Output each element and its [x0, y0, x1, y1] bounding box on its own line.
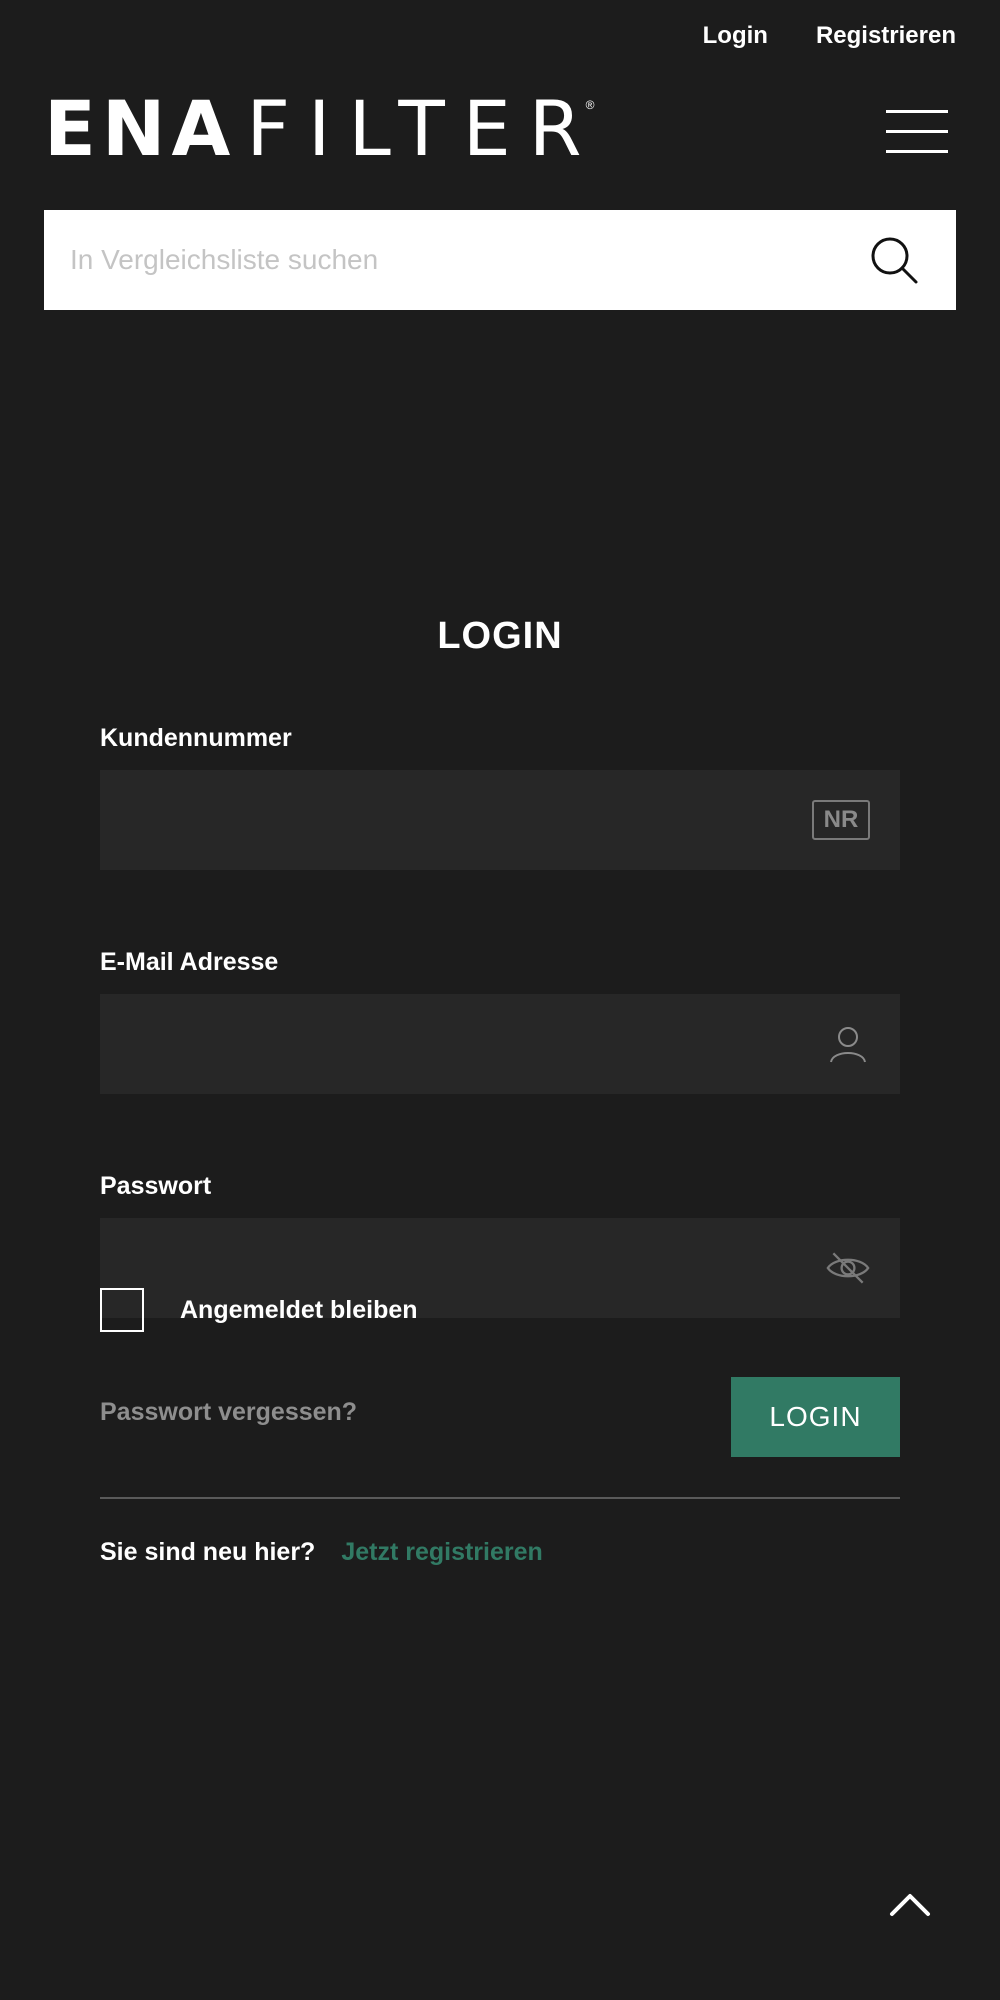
remember-me-label: Angemeldet bleiben — [180, 1295, 418, 1324]
customer-number-input[interactable] — [100, 770, 900, 870]
chevron-up-icon[interactable] — [886, 1886, 934, 1922]
register-link[interactable]: Registrieren — [816, 22, 956, 50]
login-button[interactable]: LOGIN — [731, 1377, 900, 1457]
logo-text-light: FILTER — [246, 84, 600, 173]
email-input[interactable] — [100, 994, 900, 1094]
eye-slash-icon[interactable] — [826, 1248, 870, 1288]
page-title: LOGIN — [437, 615, 563, 658]
user-icon — [826, 1024, 870, 1064]
enafilter-logo[interactable]: ENA FILTER ® — [44, 84, 595, 173]
registered-mark: ® — [585, 98, 595, 112]
forgot-password-link[interactable]: Passwort vergessen? — [100, 1398, 357, 1427]
password-label: Passwort — [100, 1172, 212, 1200]
registration-prompt: Sie sind neu hier? Jetzt registrieren — [100, 1538, 543, 1567]
logo-text-bold: ENA — [44, 84, 237, 173]
remember-me-checkbox[interactable] — [100, 1288, 144, 1332]
number-badge-icon: NR — [812, 800, 870, 840]
new-here-text: Sie sind neu hier? — [100, 1538, 316, 1566]
hamburger-icon[interactable] — [886, 104, 948, 153]
search-input[interactable] — [44, 210, 844, 310]
divider — [100, 1497, 900, 1499]
login-form: Kundennummer NR E-Mail Adresse Passwort — [100, 720, 900, 1318]
top-navigation: Login Registrieren — [703, 16, 956, 56]
search-bar — [44, 210, 956, 310]
login-link[interactable]: Login — [703, 22, 768, 50]
email-label: E-Mail Adresse — [100, 948, 279, 976]
register-now-link[interactable]: Jetzt registrieren — [341, 1538, 542, 1567]
customer-number-label: Kundennummer — [100, 724, 292, 752]
email-field-wrapper — [100, 994, 900, 1094]
search-icon[interactable] — [870, 236, 920, 286]
remember-me-row: Angemeldet bleiben — [100, 1288, 418, 1332]
customer-number-field-wrapper: NR — [100, 770, 900, 870]
